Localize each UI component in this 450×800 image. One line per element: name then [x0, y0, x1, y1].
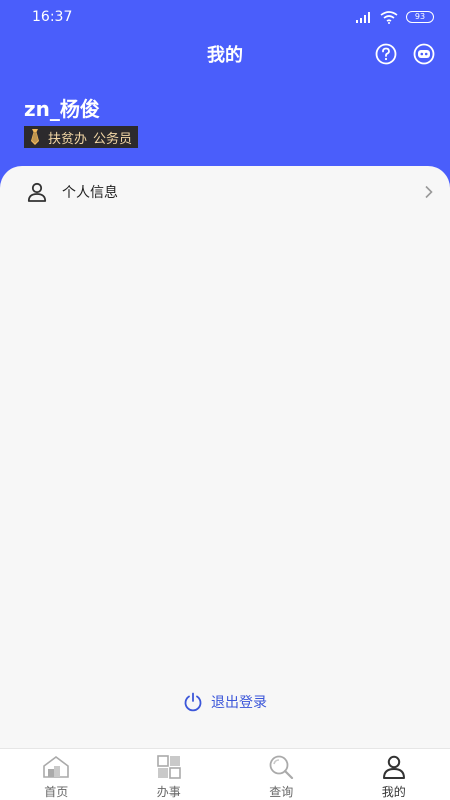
tab-mine[interactable]: 我的	[338, 749, 450, 800]
tab-label: 首页	[44, 785, 69, 799]
battery-icon: 93	[406, 11, 434, 23]
robot-icon	[413, 43, 435, 65]
home-icon	[41, 754, 71, 780]
user-name: zn_杨俊	[24, 97, 100, 121]
battery-level: 93	[414, 12, 426, 21]
menu-item-personal-info[interactable]: 个人信息	[0, 174, 450, 210]
power-icon	[184, 692, 202, 712]
tab-label: 我的	[381, 785, 406, 799]
content-panel: 个人信息 退出登录	[0, 166, 450, 748]
signal-icon	[356, 12, 370, 23]
bottom-tab-bar: 首页 办事 查询 我的	[0, 748, 450, 800]
chevron-right-icon	[425, 185, 433, 199]
wifi-icon	[380, 10, 398, 24]
page-title: 我的	[207, 45, 243, 66]
tab-services[interactable]: 办事	[113, 749, 226, 800]
tab-label: 办事	[156, 785, 181, 799]
help-button[interactable]	[374, 42, 398, 66]
help-icon	[375, 43, 397, 65]
customer-service-button[interactable]	[412, 42, 436, 66]
grid-icon	[154, 754, 184, 780]
role-text: 扶贫办 公务员	[48, 128, 132, 147]
tab-label: 查询	[269, 785, 294, 799]
tab-query[interactable]: 查询	[225, 749, 338, 800]
role-badge: 扶贫办 公务员	[24, 126, 139, 148]
search-icon	[266, 754, 296, 780]
tab-home[interactable]: 首页	[0, 749, 113, 800]
user-org: 扶贫办	[48, 131, 88, 147]
person-icon	[27, 182, 47, 202]
logout-button[interactable]: 退出登录	[0, 690, 450, 714]
logout-label: 退出登录	[211, 695, 267, 711]
tie-icon	[31, 129, 39, 145]
status-icons: 93	[356, 10, 434, 24]
menu-item-label: 个人信息	[62, 185, 118, 201]
title-bar: 我的	[0, 36, 450, 72]
title-actions	[374, 42, 436, 66]
profile-icon	[379, 754, 409, 780]
user-role: 公务员	[93, 131, 133, 147]
status-bar: 16:37 93	[0, 0, 450, 34]
status-time: 16:37	[32, 9, 73, 25]
